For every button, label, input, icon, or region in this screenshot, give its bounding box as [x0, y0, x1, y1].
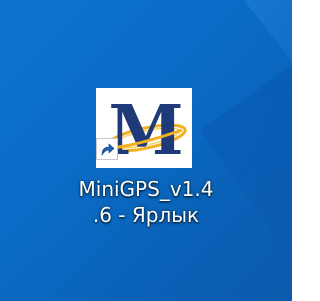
logo-letter: M: [108, 91, 183, 168]
shortcut-label-line-2: .6 - Ярлык: [92, 203, 200, 227]
minigps-desktop-shortcut[interactable]: M MiniGPS_v1.4 .6 - Ярлык: [60, 78, 232, 258]
desktop-background: M MiniGPS_v1.4 .6 - Ярлык: [0, 0, 292, 301]
shortcut-label[interactable]: MiniGPS_v1.4 .6 - Ярлык: [60, 176, 232, 228]
shortcut-arrow-icon: [96, 138, 118, 160]
wallpaper-light-beam: [150, 0, 292, 85]
shortcut-label-line-1: MiniGPS_v1.4: [78, 177, 214, 201]
